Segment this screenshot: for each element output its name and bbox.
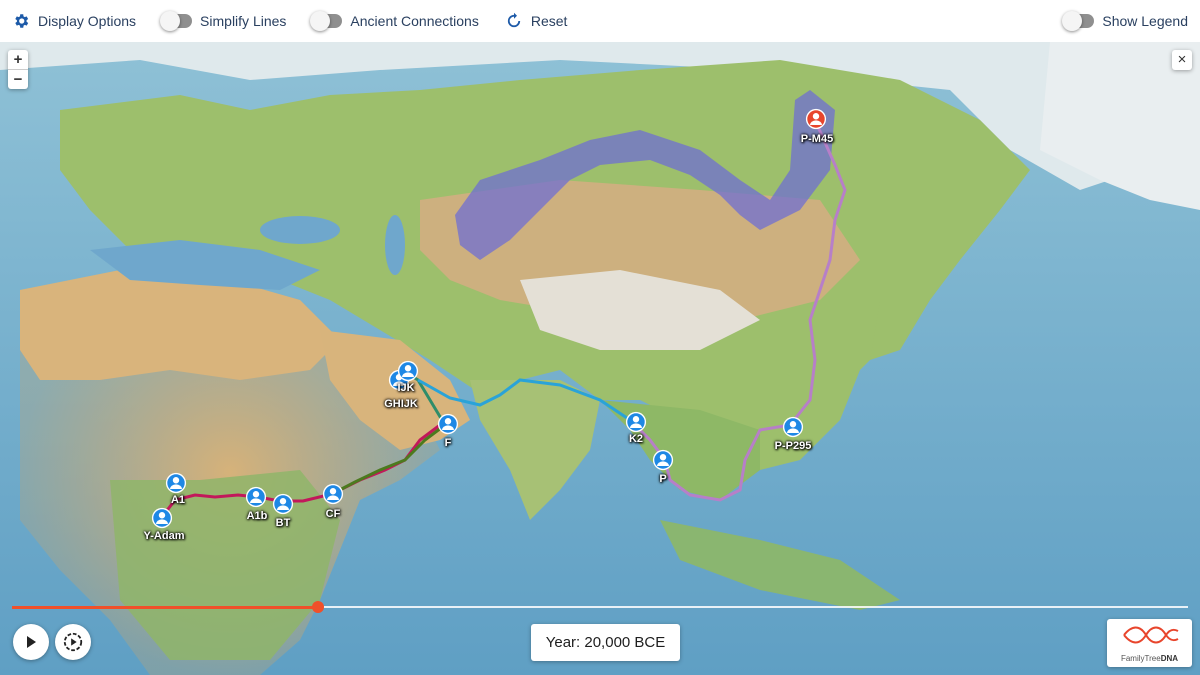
logo-text-bold: DNA <box>1160 654 1179 663</box>
marker-label: P-M45 <box>800 133 834 145</box>
marker-a1b[interactable] <box>245 486 267 508</box>
speed-icon <box>63 632 83 652</box>
marker-label: GHIJK <box>384 398 418 410</box>
marker-label: A1 <box>170 494 186 506</box>
display-options-button[interactable]: Display Options <box>12 12 136 30</box>
marker-p[interactable] <box>652 449 674 471</box>
marker-a1[interactable] <box>165 472 187 494</box>
marker-label: Y-Adam <box>143 530 185 542</box>
year-display: Year: 20,000 BCE <box>531 624 680 661</box>
speed-button[interactable] <box>55 624 91 660</box>
zoom-controls: + − <box>8 50 28 89</box>
map-terrain <box>0 42 1200 675</box>
marker-label: P <box>659 473 667 485</box>
marker-label: P-P295 <box>774 440 812 452</box>
play-button[interactable] <box>13 624 49 660</box>
reset-button[interactable]: Reset <box>505 12 568 30</box>
simplify-lines-toggle[interactable]: Simplify Lines <box>160 11 287 31</box>
toolbar: Display Options Simplify Lines Ancient C… <box>0 0 1200 42</box>
marker-bt[interactable] <box>272 493 294 515</box>
show-legend-toggle[interactable]: Show Legend <box>1062 11 1188 31</box>
reset-icon <box>507 12 520 28</box>
marker-label: CF <box>325 508 341 520</box>
marker-k2[interactable] <box>625 411 647 433</box>
ancient-connections-label: Ancient Connections <box>350 13 479 29</box>
ancient-connections-switch[interactable] <box>310 11 343 31</box>
logo-text: FamilyTree <box>1120 654 1161 663</box>
marker-label: F <box>444 437 452 449</box>
marker-label: A1b <box>246 510 268 522</box>
marker-label: K2 <box>628 433 644 445</box>
marker-f[interactable] <box>437 413 459 435</box>
simplify-lines-label: Simplify Lines <box>200 13 287 29</box>
marker-label: BT <box>275 517 291 529</box>
familytreedna-logo: FamilyTreeDNA <box>1107 619 1192 667</box>
ancient-connections-toggle[interactable]: Ancient Connections <box>310 11 479 31</box>
marker-p-p295[interactable] <box>782 416 804 438</box>
play-icon <box>27 636 36 648</box>
timeline-handle[interactable] <box>311 601 324 613</box>
gear-icon <box>15 14 29 28</box>
zoom-out-button[interactable]: − <box>8 70 28 89</box>
marker-y-adam[interactable] <box>151 507 173 529</box>
timeline-progress <box>12 606 318 609</box>
simplify-lines-switch[interactable] <box>160 11 193 31</box>
migration-map[interactable]: Y-Adam A1 A1b BT CF F GHIJK IJK K2 P P-P… <box>0 42 1200 675</box>
marker-label: IJK <box>397 382 415 394</box>
marker-p-m45[interactable] <box>805 108 827 130</box>
marker-ijk[interactable] <box>397 360 419 382</box>
marker-cf[interactable] <box>322 483 344 505</box>
display-options-label: Display Options <box>38 13 137 29</box>
dna-logo-icon <box>1122 626 1178 644</box>
close-button[interactable]: × <box>1172 50 1192 70</box>
reset-label: Reset <box>530 13 568 29</box>
show-legend-label: Show Legend <box>1102 13 1188 29</box>
zoom-in-button[interactable]: + <box>8 50 28 70</box>
show-legend-switch[interactable] <box>1062 11 1095 31</box>
